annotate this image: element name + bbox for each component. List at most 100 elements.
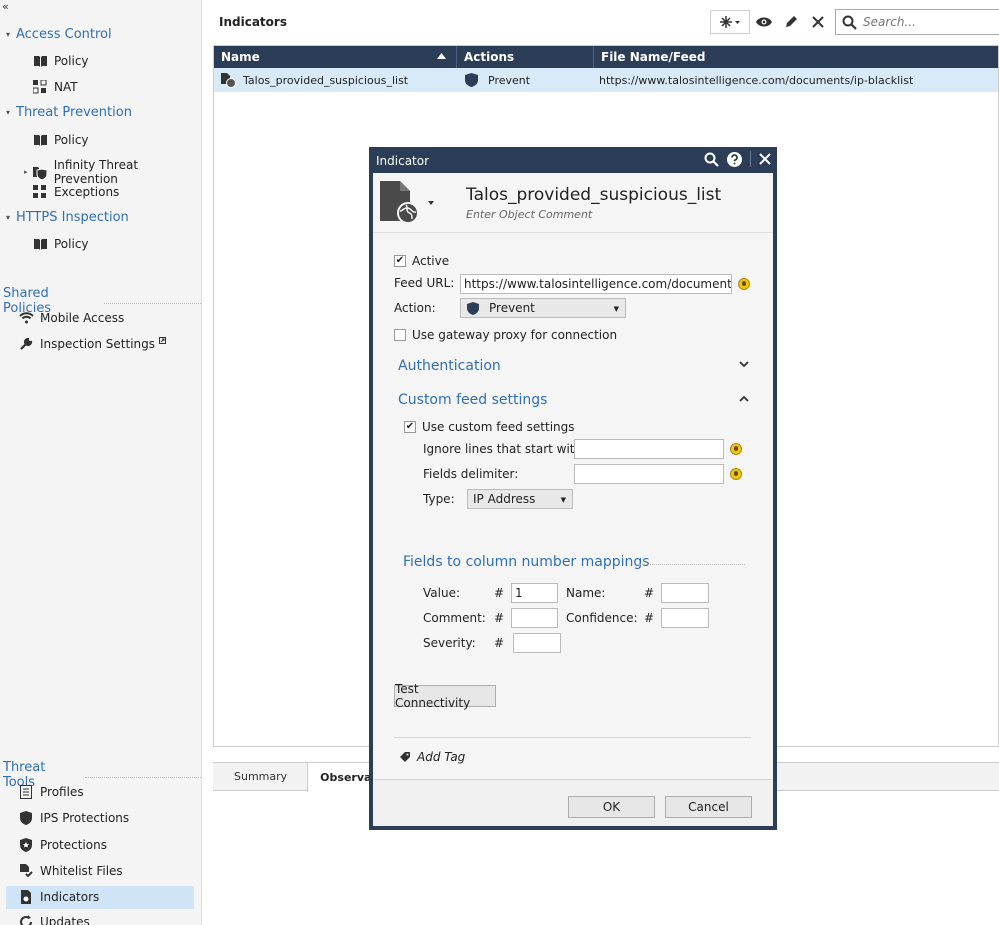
edit-button[interactable] (777, 10, 804, 34)
delete-button[interactable] (804, 10, 831, 34)
wrench-icon (18, 336, 34, 352)
value-column-input[interactable]: 1 (511, 583, 558, 603)
shield-book-icon (32, 164, 48, 180)
test-connectivity-button[interactable]: Test Connectivity (394, 682, 496, 710)
type-label: Type: (423, 492, 455, 506)
footer-divider (394, 737, 751, 738)
dropdown-arrow-icon: ▼ (613, 305, 619, 313)
confidence-label: Confidence: (566, 611, 638, 625)
section-divider (639, 564, 745, 565)
ignore-lines-input[interactable] (574, 439, 724, 459)
type-dropdown[interactable]: IP Address ▼ (467, 489, 573, 509)
sidebar-item-infinity-threat-prevention[interactable]: ▸ Infinity Threat Prevention (24, 158, 201, 186)
sidebar-item-updates[interactable]: Updates (18, 914, 90, 925)
section-threat-prevention[interactable]: ▾ Threat Prevention (6, 105, 132, 120)
confidence-column-input[interactable] (661, 608, 709, 628)
use-custom-checkbox[interactable]: ✔ (404, 421, 416, 433)
custom-feed-section-title[interactable]: Custom feed settings (398, 392, 547, 408)
expand-triangle-icon: ▾ (6, 30, 11, 39)
object-type-icon[interactable] (378, 181, 438, 223)
feed-url-label: Feed URL: (394, 276, 455, 290)
sidebar-item-https-policy[interactable]: Policy (32, 236, 89, 252)
search-icon[interactable] (704, 152, 719, 167)
sidebar-item-indicators[interactable]: Indicators (18, 889, 99, 905)
header-divider (84, 776, 201, 778)
object-header: Talos_provided_suspicious_list Enter Obj… (373, 173, 773, 233)
list-icon (18, 784, 34, 800)
help-icon[interactable] (727, 151, 742, 167)
type-value: IP Address (473, 492, 536, 506)
action-dropdown[interactable]: Prevent ▼ (460, 298, 626, 318)
tag-icon (400, 752, 410, 762)
ignore-lines-label: Ignore lines that start with: (423, 442, 587, 456)
title-bar: Indicators (213, 0, 999, 44)
comment-column-input[interactable] (511, 608, 558, 628)
refresh-icon (18, 914, 34, 925)
proxy-checkbox[interactable] (394, 329, 406, 341)
name-column-input[interactable] (661, 583, 709, 603)
sidebar-item-profiles[interactable]: Profiles (18, 784, 84, 800)
sidebar-item-tp-policy[interactable]: Policy (32, 132, 89, 148)
tab-summary[interactable]: Summary (213, 763, 307, 790)
severity-column-input[interactable] (513, 633, 561, 653)
indicator-icon (220, 72, 236, 88)
active-checkbox[interactable]: ✔ (394, 255, 406, 267)
view-button[interactable] (750, 10, 777, 34)
add-tag-label: Add Tag (417, 750, 466, 764)
object-name[interactable]: Talos_provided_suspicious_list (466, 185, 721, 205)
external-link-icon (159, 336, 167, 344)
dropdown-arrow-icon: ▼ (560, 496, 566, 504)
search-box[interactable] (835, 9, 999, 35)
active-label: Active (412, 254, 450, 268)
table-row[interactable]: Talos_provided_suspicious_list Prevent h… (214, 68, 998, 92)
nat-icon (32, 79, 48, 95)
hint-bulb-icon[interactable] (738, 278, 750, 290)
sidebar-item-inspection-settings[interactable]: Inspection Settings (18, 336, 167, 352)
cancel-button[interactable]: Cancel (665, 796, 752, 818)
section-access-control[interactable]: ▾ Access Control (6, 27, 112, 42)
feed-url-input[interactable]: https://www.talosintelligence.com/docume… (460, 274, 732, 294)
sidebar-item-nat[interactable]: NAT (32, 79, 78, 95)
toolbar (710, 10, 831, 34)
expand-triangle-icon: ▾ (6, 213, 11, 222)
sidebar-item-ips-protections[interactable]: IPS Protections (18, 810, 129, 826)
page-title: Indicators (219, 15, 287, 29)
header-divider (104, 302, 201, 304)
cell-text: Prevent (488, 73, 531, 87)
search-input[interactable] (863, 15, 983, 29)
column-label: Name (221, 50, 260, 64)
file-check-icon (18, 863, 34, 879)
ok-button[interactable]: OK (568, 796, 655, 818)
column-label: File Name/Feed (601, 50, 706, 64)
eye-icon (755, 17, 772, 27)
expand-arrow-icon[interactable]: ▸ (24, 168, 32, 176)
sidebar-item-whitelist-files[interactable]: Whitelist Files (18, 863, 123, 879)
section-https-inspection[interactable]: ▾ HTTPS Inspection (6, 210, 129, 225)
sidebar-item-label: Protections (40, 838, 107, 852)
chevron-down-icon[interactable] (739, 361, 749, 368)
column-actions-header[interactable]: Actions (457, 46, 594, 68)
sidebar-item-protections[interactable]: Protections (18, 837, 107, 853)
cell-text: https://www.talosintelligence.com/docume… (599, 73, 914, 87)
proxy-label: Use gateway proxy for connection (412, 328, 618, 342)
collapse-sidebar-icon[interactable]: « (2, 0, 9, 13)
authentication-section-title[interactable]: Authentication (398, 358, 501, 374)
indicator-dialog: Indicator Talos_provided_suspicious_list… (369, 147, 777, 830)
delimiter-input[interactable] (574, 464, 724, 484)
sidebar-item-mobile-access[interactable]: Mobile Access (18, 310, 124, 326)
sidebar-item-label: Policy (54, 237, 89, 251)
hint-bulb-icon[interactable] (730, 468, 742, 480)
chevron-up-icon[interactable] (739, 395, 749, 402)
shield-icon (465, 73, 478, 87)
column-file-header[interactable]: File Name/Feed (594, 46, 998, 68)
hint-bulb-icon[interactable] (730, 443, 742, 455)
sidebar-item-label: Infinity Threat Prevention (53, 158, 139, 186)
sidebar-item-exceptions[interactable]: Exceptions (32, 184, 119, 200)
object-comment-field[interactable]: Enter Object Comment (466, 208, 592, 221)
close-icon[interactable] (759, 153, 771, 165)
sidebar-item-access-policy[interactable]: Policy (32, 53, 89, 69)
section-label: Access Control (16, 27, 112, 42)
new-button[interactable] (710, 10, 750, 34)
column-name-header[interactable]: Name (214, 46, 457, 68)
add-tag-link[interactable]: Add Tag (400, 750, 465, 764)
